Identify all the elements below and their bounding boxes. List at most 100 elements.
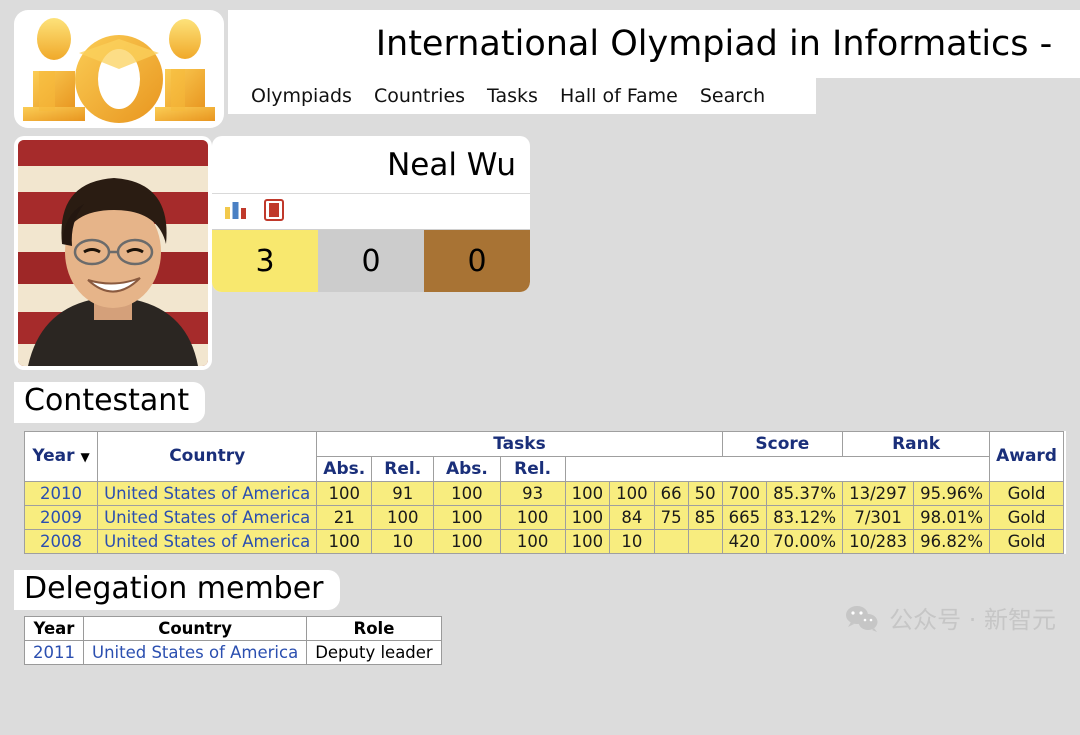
table-row: 2009 United States of America 21 100 100 100 1… (23, 504, 1064, 530)
contestant-table-head: Year ▼ Country Tasks Score Rank Award Ab… (23, 430, 1064, 482)
cell-task-5: 100 (564, 528, 611, 554)
nav-item-tasks[interactable]: Tasks (476, 85, 549, 107)
gold-medal-count: 3 (212, 230, 318, 292)
cell-country[interactable]: United States of America (97, 528, 318, 554)
contestant-section-title: Contestant (14, 382, 206, 423)
table-row: 2011 United States of America Deputy leade… (24, 640, 442, 665)
cell-task-4: 93 (499, 480, 566, 506)
cell-task-7 (653, 528, 689, 554)
cell-score-abs: 700 (721, 480, 768, 506)
cell-year[interactable]: 2010 (23, 480, 99, 506)
ioi-logo[interactable] (14, 10, 224, 128)
delegation-table-head: Year Country Role (24, 616, 442, 641)
cell-task-2: 10 (371, 528, 435, 554)
contestant-table-wrap: Year ▼ Country Tasks Score Rank Award Ab… (23, 430, 1066, 554)
cell-task-7: 66 (653, 480, 689, 506)
cell-award: Gold (989, 528, 1064, 554)
contestant-section: Contestant Year ▼ Country Tasks Score Ra… (0, 382, 1080, 554)
cell-rank-abs: 7/301 (842, 504, 915, 530)
page-title: International Olympiad in Informatics - (375, 24, 1053, 64)
col-rank-abs[interactable]: Abs. (433, 455, 501, 482)
contestant-table: Year ▼ Country Tasks Score Rank Award Ab… (23, 430, 1064, 554)
wechat-watermark: 公众号 · 新智元 (845, 600, 1056, 635)
cell-task-8: 50 (687, 480, 723, 506)
cell-rank-rel: 96.82% (913, 528, 991, 554)
contestant-name: Neal Wu (387, 146, 516, 183)
ioi-logo-icon (23, 18, 215, 123)
cell-task-5: 100 (564, 504, 611, 530)
contestant-table-body: 2010 United States of America 100 91 100 93 10… (23, 480, 1064, 554)
cell-country[interactable]: United States of America (97, 504, 318, 530)
col-country[interactable]: Country (97, 430, 318, 482)
nav-item-countries[interactable]: Countries (363, 85, 476, 107)
silver-medal-count: 0 (318, 230, 424, 292)
delegation-table-body: 2011 United States of America Deputy leade… (24, 640, 442, 665)
deleg-cell-role: Deputy leader (306, 640, 442, 665)
cell-task-8: 85 (687, 504, 723, 530)
nav-item-search[interactable]: Search (689, 85, 776, 107)
bronze-medal-count: 0 (424, 230, 530, 292)
cell-year[interactable]: 2009 (23, 504, 99, 530)
cell-task-1: 100 (316, 480, 373, 506)
deleg-cell-year[interactable]: 2011 (24, 640, 84, 665)
table-row: 2008 United States of America 100 10 100 100 1… (23, 528, 1064, 554)
delegation-section-title: Delegation member (14, 569, 340, 610)
cell-country[interactable]: United States of America (97, 480, 318, 506)
avatar (18, 140, 208, 366)
medal-counts: 3 0 0 (212, 230, 530, 292)
cell-score-abs: 420 (721, 528, 768, 554)
cell-task-6: 84 (609, 504, 655, 530)
cell-task-3: 100 (433, 528, 501, 554)
cell-year[interactable]: 2008 (23, 528, 99, 554)
cell-task-1: 21 (316, 504, 373, 530)
cell-task-1: 100 (316, 528, 373, 554)
col-tasks-group: Tasks (316, 430, 723, 457)
cell-task-4: 100 (499, 504, 566, 530)
wechat-icon (846, 605, 878, 632)
cell-score-rel: 83.12% (766, 504, 844, 530)
col-score-abs[interactable]: Abs. (316, 455, 373, 482)
col-rank-rel[interactable]: Rel. (499, 455, 566, 482)
cell-task-3: 100 (433, 504, 501, 530)
delegation-header-row: Year Country Role (24, 616, 442, 641)
col-score-rel[interactable]: Rel. (371, 455, 435, 482)
cell-rank-rel: 95.96% (913, 480, 991, 506)
cell-rank-abs: 13/297 (842, 480, 915, 506)
avatar-photo (18, 140, 208, 366)
cell-task-3: 100 (433, 480, 501, 506)
cell-score-rel: 70.00% (766, 528, 844, 554)
cell-task-6: 10 (609, 528, 655, 554)
main-navigation: Olympiads Countries Tasks Hall of Fame S… (228, 78, 816, 114)
statistics-bar-chart-icon[interactable] (224, 201, 248, 223)
cell-task-2: 100 (371, 504, 435, 530)
cell-task-2: 91 (371, 480, 435, 506)
contestant-name-row: Neal Wu (212, 136, 530, 194)
cell-task-7: 75 (653, 504, 689, 530)
deleg-col-role: Role (306, 616, 442, 641)
cell-award: Gold (989, 480, 1064, 506)
sort-descending-icon: ▼ (80, 450, 90, 464)
cell-rank-rel: 98.01% (913, 504, 991, 530)
contestant-header-row-1: Year ▼ Country Tasks Score Rank Award (23, 430, 1064, 482)
col-score-group: Score (721, 430, 844, 457)
delegation-section: Delegation member Year Country Role 2011… (0, 569, 1080, 665)
table-row: 2010 United States of America 100 91 100 93 10… (23, 480, 1064, 506)
contestant-photo-card (14, 136, 212, 370)
cell-score-abs: 665 (721, 504, 768, 530)
deleg-cell-country[interactable]: United States of America (82, 640, 308, 665)
col-year[interactable]: Year ▼ (23, 430, 99, 482)
cell-task-4: 100 (499, 528, 566, 554)
contestant-icon-row (212, 194, 530, 230)
nav-item-olympiads[interactable]: Olympiads (240, 85, 363, 107)
cell-score-rel: 85.37% (766, 480, 844, 506)
col-award[interactable]: Award (989, 430, 1064, 482)
cell-task-6: 100 (609, 480, 655, 506)
contestant-profile: Neal Wu 3 0 0 (0, 132, 1080, 382)
contestant-info-card: Neal Wu 3 0 0 (212, 136, 530, 292)
red-book-icon[interactable] (264, 198, 284, 225)
page-header: International Olympiad in Informatics - … (0, 0, 1080, 132)
nav-item-hall-of-fame[interactable]: Hall of Fame (549, 85, 689, 107)
site-title-bar: International Olympiad in Informatics - (228, 10, 1080, 78)
cell-task-5: 100 (564, 480, 611, 506)
cell-task-8 (687, 528, 723, 554)
